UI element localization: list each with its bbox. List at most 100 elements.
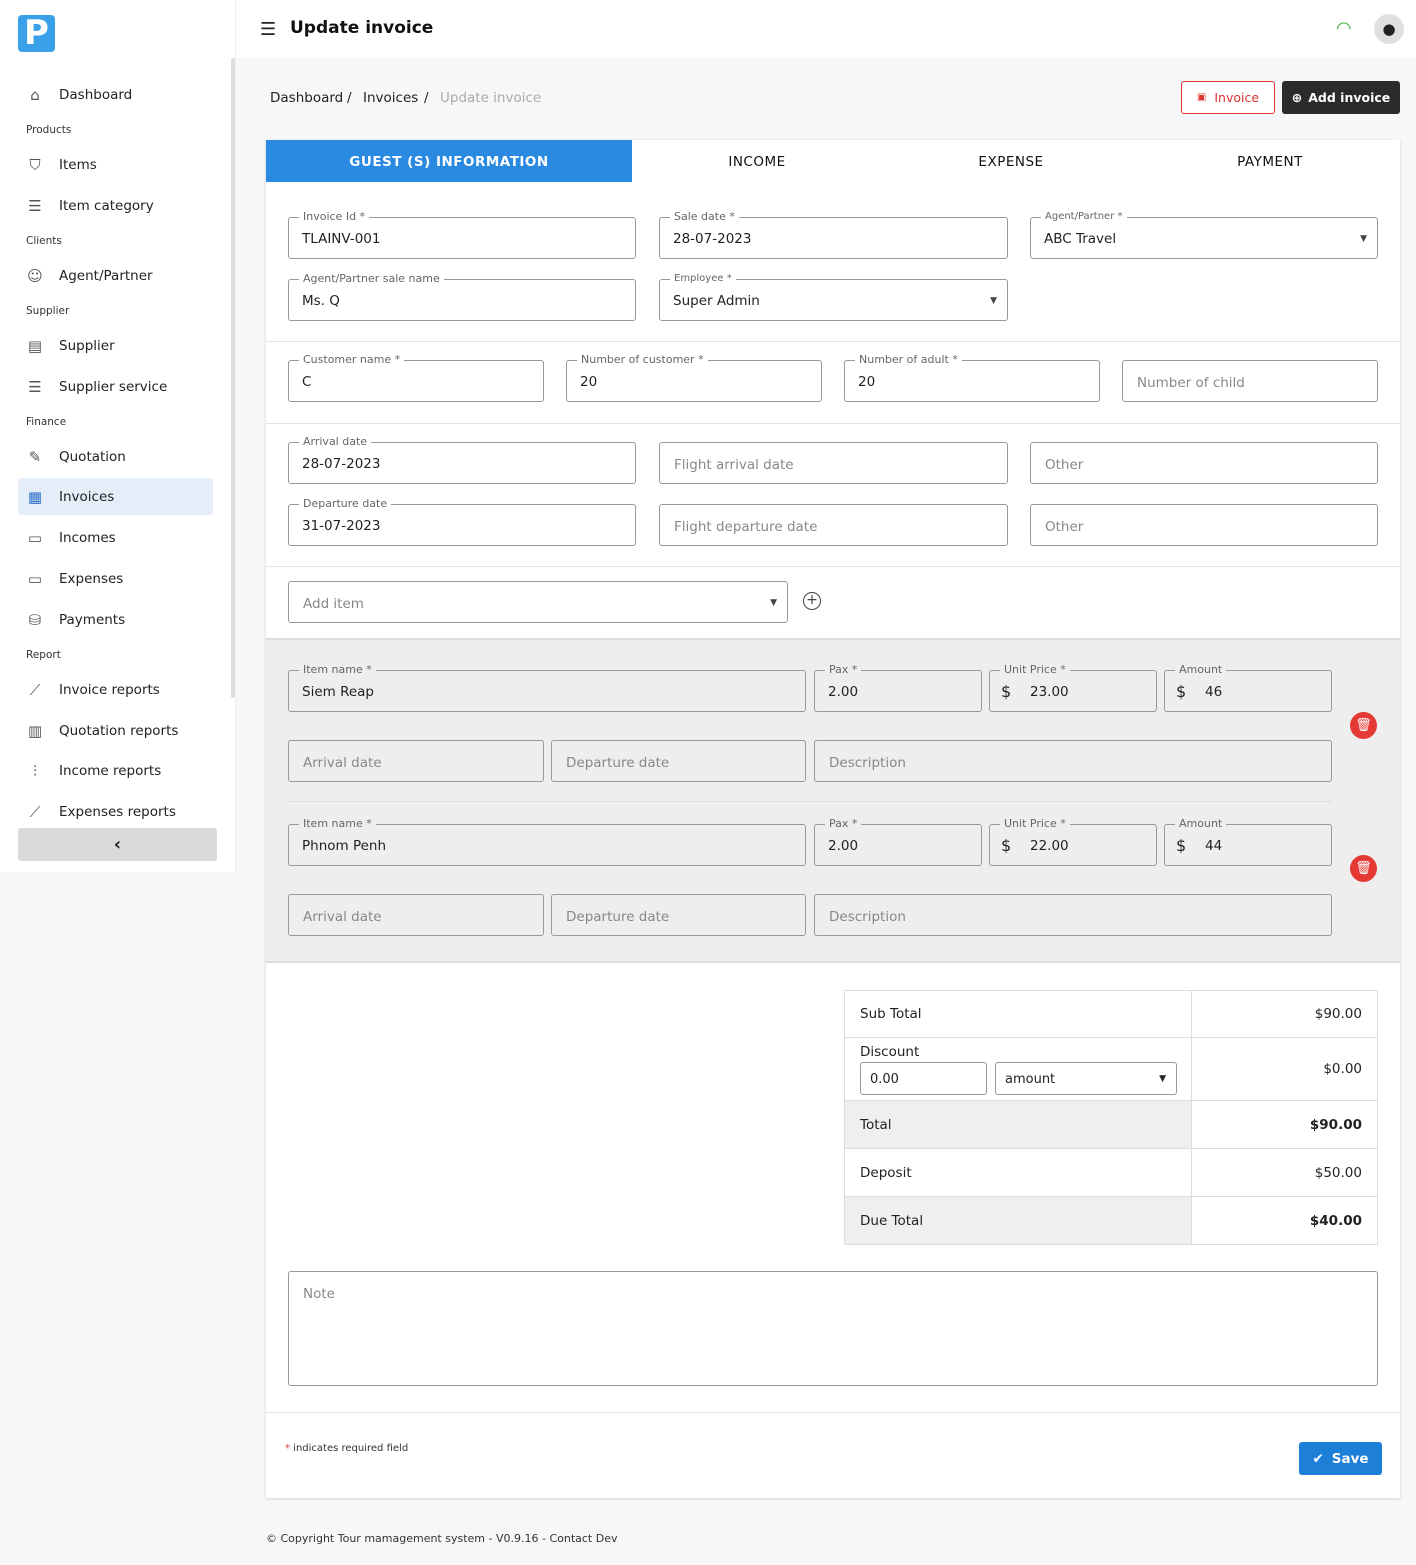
checklist-icon: ☰ xyxy=(28,196,42,215)
invoice-pdf-button[interactable]: ▣ Invoice xyxy=(1181,81,1275,114)
divider xyxy=(288,801,1332,802)
sidebar-item-incomes[interactable]: ▭ Incomes xyxy=(18,519,213,556)
document-edit-icon: ✎ xyxy=(28,447,42,466)
item-name-input[interactable]: Item name * Phnom Penh xyxy=(288,817,806,866)
sidebar-item-quotation[interactable]: ✎ Quotation xyxy=(18,438,213,475)
tab-expense[interactable]: EXPENSE xyxy=(882,140,1140,182)
note-textarea[interactable]: Note xyxy=(288,1271,1378,1386)
add-item-plus-icon[interactable]: + xyxy=(803,592,821,610)
section-finance: Finance xyxy=(26,416,67,428)
avatar[interactable]: ● xyxy=(1374,14,1404,44)
plus-circle-icon: ⊕ xyxy=(1291,90,1303,105)
cash-in-icon: ▭ xyxy=(27,528,43,547)
line-chart-icon: ⟋ xyxy=(29,680,41,699)
sidebar-item-income-reports[interactable]: ⫶ Income reports xyxy=(18,752,213,789)
sale-date-input[interactable]: Sale date * 28-07-2023 xyxy=(659,210,1008,259)
discount-row: Discount 0.00 amount ▼ $0.00 xyxy=(845,1038,1377,1101)
item-pax-input[interactable]: Pax * 2.00 xyxy=(814,817,982,866)
invoice-icon: ▦ xyxy=(27,487,43,506)
sidebar-item-invoices[interactable]: ▦ Invoices xyxy=(18,478,213,515)
item-amount-input[interactable]: Amount $44 xyxy=(1164,817,1332,866)
sidebar-item-expenses-reports[interactable]: ⟋ Expenses reports xyxy=(18,793,213,830)
item-description-input[interactable]: Description xyxy=(814,740,1332,782)
delete-item-button[interactable]: 🗑 xyxy=(1350,855,1377,882)
top-bar: ☰ Update invoice ◠ ● xyxy=(236,0,1416,58)
payment-icon: ⛁ xyxy=(28,610,42,629)
tab-guest-information[interactable]: GUEST (S) INFORMATION xyxy=(266,140,632,182)
chart-icon: ⫶ xyxy=(33,761,37,780)
invoice-id-input[interactable]: Invoice Id * TLAINV-001 xyxy=(288,210,636,259)
add-item-select[interactable]: Add item ▼ xyxy=(288,581,788,623)
employee-select[interactable]: Employee * Super Admin ▼ xyxy=(659,272,1008,321)
trend-chart-icon: ⟋ xyxy=(29,802,41,821)
tab-income[interactable]: INCOME xyxy=(632,140,882,182)
check-circle-icon: ✔ xyxy=(1312,1450,1324,1467)
footer: © Copyright Tour mamagement system - V0.… xyxy=(266,1532,618,1545)
page-title: Update invoice xyxy=(290,18,434,38)
sidebar-item-expenses[interactable]: ▭ Expenses xyxy=(18,560,213,597)
cash-out-icon: ▭ xyxy=(27,569,43,588)
tab-payment[interactable]: PAYMENT xyxy=(1140,140,1400,182)
breadcrumb-current: Update invoice xyxy=(440,90,542,106)
sidebar-scrollbar[interactable] xyxy=(231,58,235,698)
save-button[interactable]: ✔ Save xyxy=(1299,1442,1382,1475)
discount-value-input[interactable]: 0.00 xyxy=(860,1062,987,1095)
required-field-note: * indicates required field xyxy=(285,1443,409,1454)
section-report: Report xyxy=(26,649,61,661)
total-row: Total $90.00 xyxy=(845,1101,1377,1149)
due-total-row: Due Total $40.00 xyxy=(845,1197,1377,1244)
customer-name-input[interactable]: Customer name * C xyxy=(288,353,544,402)
sidebar-item-agent-partner[interactable]: ☺ Agent/Partner xyxy=(18,257,213,294)
departure-date-input[interactable]: Departure date 31-07-2023 xyxy=(288,497,636,546)
sidebar-item-item-category[interactable]: ☰ Item category xyxy=(18,187,213,224)
item-pax-input[interactable]: Pax * 2.00 xyxy=(814,663,982,712)
bar-chart-icon: ▥ xyxy=(27,721,43,740)
breadcrumb-dashboard[interactable]: Dashboard xyxy=(270,90,343,106)
item-arrival-date-input[interactable]: Arrival date xyxy=(288,740,544,782)
sidebar-item-payments[interactable]: ⛁ Payments xyxy=(18,601,213,638)
breadcrumb-separator: / xyxy=(347,90,352,106)
wifi-icon: ◠ xyxy=(1336,18,1352,39)
sidebar-item-dashboard[interactable]: ⌂ Dashboard xyxy=(18,76,213,113)
item-departure-date-input[interactable]: Departure date xyxy=(551,894,806,936)
flight-departure-date-input[interactable]: Flight departure date xyxy=(659,504,1008,546)
item-amount-input[interactable]: Amount $46 xyxy=(1164,663,1332,712)
sidebar-item-invoice-reports[interactable]: ⟋ Invoice reports xyxy=(18,671,213,708)
number-of-child-input[interactable]: Number of child xyxy=(1122,360,1378,402)
breadcrumb-invoices[interactable]: Invoices xyxy=(363,90,418,106)
arrival-date-input[interactable]: Arrival date 28-07-2023 xyxy=(288,435,636,484)
item-departure-date-input[interactable]: Departure date xyxy=(551,740,806,782)
item-name-input[interactable]: Item name * Siem Reap xyxy=(288,663,806,712)
caret-down-icon: ▼ xyxy=(1360,234,1367,244)
item-description-input[interactable]: Description xyxy=(814,894,1332,936)
sidebar-item-items[interactable]: ⛉ Items xyxy=(18,146,213,183)
item-arrival-date-input[interactable]: Arrival date xyxy=(288,894,544,936)
flight-arrival-date-input[interactable]: Flight arrival date xyxy=(659,442,1008,484)
invoice-form-card: GUEST (S) INFORMATION INCOME EXPENSE PAY… xyxy=(266,140,1400,1498)
collapse-sidebar-button[interactable]: ‹ xyxy=(18,828,217,861)
number-of-adult-input[interactable]: Number of adult * 20 xyxy=(844,353,1100,402)
other-departure-input[interactable]: Other xyxy=(1030,504,1378,546)
other-arrival-input[interactable]: Other xyxy=(1030,442,1378,484)
agent-sale-name-input[interactable]: Agent/Partner sale name Ms. Q xyxy=(288,272,636,321)
sidebar-item-quotation-reports[interactable]: ▥ Quotation reports xyxy=(18,712,213,749)
item-unit-price-input[interactable]: Unit Price * $22.00 xyxy=(989,817,1157,866)
basket-icon: ⛉ xyxy=(29,155,41,174)
sidebar: P ⌂ Dashboard Products ⛉ Items ☰ Item categ… xyxy=(0,0,236,872)
caret-down-icon: ▼ xyxy=(990,296,997,306)
add-invoice-button[interactable]: ⊕ Add invoice xyxy=(1282,81,1400,114)
agent-partner-select[interactable]: Agent/Partner * ABC Travel ▼ xyxy=(1030,210,1378,259)
menu-icon[interactable]: ☰ xyxy=(260,19,276,40)
divider xyxy=(266,1412,1400,1413)
discount-type-select[interactable]: amount ▼ xyxy=(995,1062,1177,1095)
section-products: Products xyxy=(26,124,72,136)
number-of-customer-input[interactable]: Number of customer * 20 xyxy=(566,353,822,402)
sidebar-item-supplier-service[interactable]: ☰ Supplier service xyxy=(18,368,213,405)
caret-down-icon: ▼ xyxy=(770,598,777,608)
section-supplier: Supplier xyxy=(26,305,70,317)
delete-item-button[interactable]: 🗑 xyxy=(1350,712,1377,739)
item-unit-price-input[interactable]: Unit Price * $23.00 xyxy=(989,663,1157,712)
checklist-icon: ☰ xyxy=(28,377,42,396)
totals-table: Sub Total $90.00 Discount 0.00 amount ▼ $0… xyxy=(844,990,1378,1245)
sidebar-item-supplier[interactable]: ▤ Supplier xyxy=(18,327,213,364)
